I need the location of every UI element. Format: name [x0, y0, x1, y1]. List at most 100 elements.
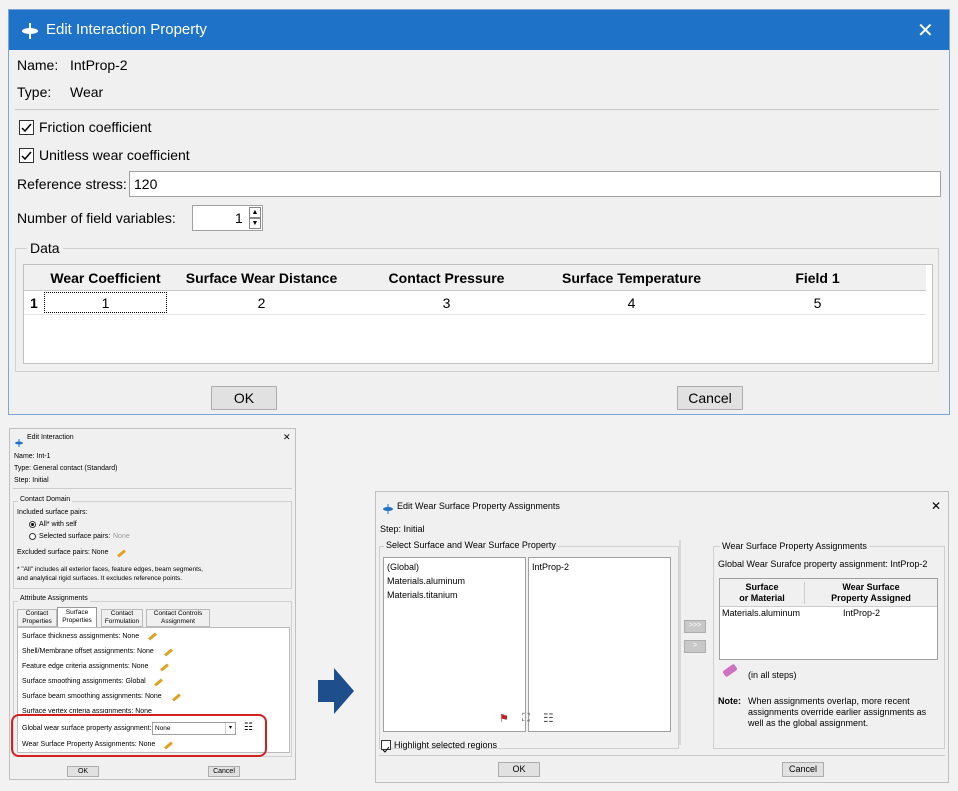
type-value: Wear — [70, 84, 104, 100]
arrow-right-icon — [318, 668, 354, 714]
attribute-assignments-label: Attribute Assignments — [18, 595, 90, 602]
col-header-surface[interactable]: Surface or Material — [720, 582, 804, 604]
col-header-field-1[interactable]: Field 1 — [725, 270, 910, 286]
unitless-wear-checkbox[interactable] — [19, 148, 34, 163]
close-icon[interactable]: ✕ — [931, 499, 941, 513]
highlight-selected-regions-label: Highlight selected regions — [394, 740, 498, 750]
cell-surface-wear-distance[interactable]: 2 — [169, 295, 354, 311]
friction-coefficient-checkbox[interactable] — [19, 120, 34, 135]
cell-contact-pressure[interactable]: 3 — [354, 295, 539, 311]
highlight-flag-icon[interactable]: ⚑ — [499, 712, 509, 725]
row-property: IntProp-2 — [843, 608, 881, 618]
select-region-icon[interactable]: ⛶ — [522, 712, 530, 725]
unitless-wear-label: Unitless wear coefficient — [39, 147, 190, 163]
tab-surface-properties[interactable]: Surface Properties — [57, 607, 97, 627]
dialog-title: Edit Wear Surface Property Assignments — [397, 501, 560, 511]
cell-field-1[interactable]: 5 — [725, 295, 910, 311]
separator — [379, 755, 945, 756]
row-surface: Materials.aluminum — [722, 608, 801, 618]
select-surface-group-label: Select Surface and Wear Surface Property — [384, 540, 558, 550]
table-edit-icon[interactable]: ☷ — [543, 711, 554, 725]
note-label: Note: — [718, 696, 741, 706]
ok-button[interactable]: OK — [498, 762, 540, 777]
cell-surface-temperature[interactable]: 4 — [539, 295, 724, 311]
list-item[interactable]: Materials.aluminum — [387, 576, 465, 586]
list-item[interactable]: Materials.titanium — [387, 590, 458, 600]
global-assignment-text: Global Wear Surafce property assignment:… — [718, 559, 928, 569]
step-text: Step: Initial — [14, 477, 49, 484]
close-icon[interactable]: ✕ — [283, 432, 291, 443]
table-header-row: Wear Coefficient Surface Wear Distance C… — [24, 265, 926, 291]
feature-edge-row: Feature edge criteria assignments: None — [22, 663, 149, 670]
wear-highlight-box — [11, 714, 267, 757]
tab-contact-controls-assignment[interactable]: Contact Controls Assignment — [146, 609, 210, 627]
global-wear-label: Global wear surface property assignment: — [22, 725, 152, 732]
note-text: When assignments overlap, more recent as… — [748, 696, 927, 728]
name-text: Name: Int-1 — [14, 453, 51, 460]
selected-pairs-label: Selected surface pairs: — [39, 533, 111, 540]
separator — [15, 109, 939, 110]
step-text: Step: Initial — [380, 524, 425, 534]
cancel-button[interactable]: Cancel — [677, 386, 743, 410]
close-icon[interactable]: ✕ — [917, 18, 934, 43]
property-list[interactable]: IntProp-2 — [528, 557, 671, 732]
cancel-button[interactable]: Cancel — [208, 766, 240, 777]
table-row[interactable]: Materials.aluminum IntProp-2 — [720, 607, 937, 621]
data-table: Wear Coefficient Surface Wear Distance C… — [23, 264, 933, 364]
surface-list[interactable]: (Global) Materials.aluminum Materials.ti… — [383, 557, 526, 732]
surface-thickness-row: Surface thickness assignments: None — [22, 633, 140, 640]
ok-button[interactable]: OK — [211, 386, 277, 410]
col-header-surface-temperature[interactable]: Surface Temperature — [539, 270, 724, 286]
highlight-selected-regions-checkbox[interactable] — [381, 740, 391, 753]
cell-wear-coefficient[interactable]: 1 — [44, 292, 167, 313]
abaqus-app-icon — [383, 501, 393, 514]
splitter[interactable] — [679, 540, 681, 745]
tab-contact-properties[interactable]: Contact Properties — [17, 609, 57, 627]
spinner-up-icon[interactable]: ▲ — [249, 207, 261, 218]
contact-domain-label: Contact Domain — [18, 496, 73, 503]
list-item[interactable]: IntProp-2 — [532, 562, 569, 572]
table-edit-icon[interactable]: ☷ — [244, 722, 253, 733]
row-number: 1 — [30, 295, 38, 311]
surface-beam-smoothing-row: Surface beam smoothing assignments: None — [22, 693, 162, 700]
spinner-down-icon[interactable]: ▼ — [249, 218, 261, 229]
all-with-self-radio[interactable] — [29, 521, 36, 528]
col-header-contact-pressure[interactable]: Contact Pressure — [354, 270, 539, 286]
name-label: Name: — [17, 57, 59, 73]
col-header-property[interactable]: Wear Surface Property Assigned — [804, 582, 937, 604]
reference-stress-input[interactable]: 120 — [129, 171, 941, 197]
col-header-surface-wear-distance[interactable]: Surface Wear Distance — [169, 270, 354, 286]
edit-interaction-property-dialog: Edit Interaction Property ✕ Name: IntPro… — [8, 9, 950, 415]
ok-button[interactable]: OK — [67, 766, 99, 777]
dialog-title: Edit Interaction Property — [46, 21, 207, 38]
remove-assignment-button[interactable]: > — [684, 640, 706, 653]
selected-pairs-value: None — [113, 533, 130, 540]
cancel-button[interactable]: Cancel — [782, 762, 824, 777]
excluded-pairs-text: Excluded surface pairs: None — [17, 549, 109, 556]
wear-assignments-group-label: Wear Surface Property Assignments — [720, 541, 869, 551]
all-note-line-1: * "All" includes all exterior faces, fea… — [17, 566, 203, 573]
table-header-row: Surface or Material Wear Surface Propert… — [720, 579, 937, 607]
selected-pairs-radio[interactable] — [29, 533, 36, 540]
edit-interaction-dialog: Edit Interaction ✕ Name: Int-1 Type: Gen… — [9, 428, 296, 780]
shell-offset-row: Shell/Membrane offset assignments: None — [22, 648, 154, 655]
assignments-table: Surface or Material Wear Surface Propert… — [719, 578, 938, 660]
col-header-wear-coefficient[interactable]: Wear Coefficient — [44, 270, 167, 286]
data-group-label: Data — [27, 240, 63, 256]
num-field-variables-spinner[interactable]: 1 ▲ ▼ — [192, 205, 263, 231]
all-note-line-2: and analytical rigid surfaces. It exclud… — [17, 575, 183, 582]
friction-coefficient-label: Friction coefficient — [39, 119, 152, 135]
tab-contact-formulation[interactable]: Contact Formulation — [101, 609, 143, 627]
dialog-titlebar: Edit Interaction Property ✕ — [9, 10, 949, 50]
chevron-down-icon[interactable]: ▾ — [225, 723, 235, 734]
wear-assignments-row: Wear Surface Property Assignments: None — [22, 741, 156, 748]
type-label: Type: — [17, 84, 52, 100]
global-wear-select[interactable]: None ▾ — [152, 722, 236, 735]
dialog-title: Edit Interaction — [27, 434, 74, 441]
add-assignment-button[interactable]: >>> — [684, 620, 706, 633]
type-text: Type: General contact (Standard) — [14, 465, 118, 472]
abaqus-app-icon — [15, 434, 23, 447]
list-item[interactable]: (Global) — [387, 562, 419, 572]
separator — [13, 488, 292, 489]
surface-smoothing-row: Surface smoothing assignments: Global — [22, 678, 146, 685]
